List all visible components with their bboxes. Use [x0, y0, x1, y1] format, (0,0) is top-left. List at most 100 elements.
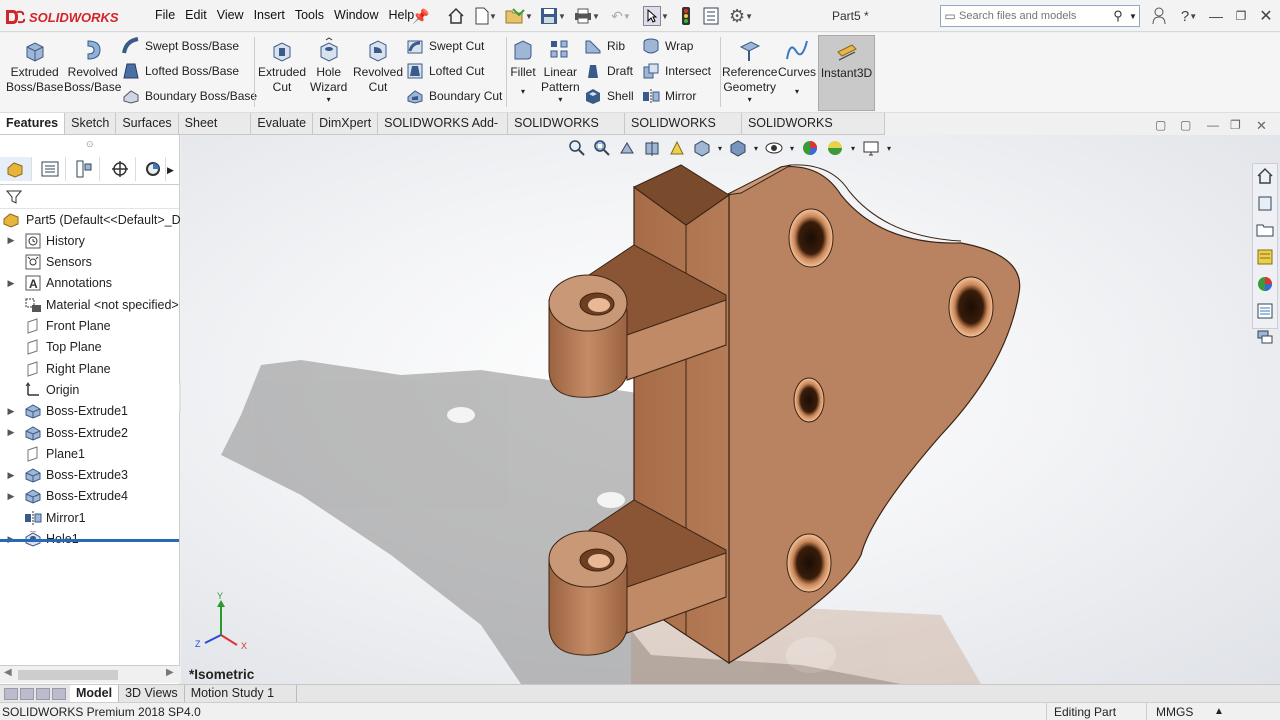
- tab-inspection[interactable]: SOLIDWORKS Inspection: [742, 113, 885, 151]
- expand-arrow-icon[interactable]: ▶: [0, 427, 22, 438]
- tree-item-boss-extrude4[interactable]: ▶ Boss-Extrude4: [0, 486, 128, 507]
- expand-arrow-icon[interactable]: ▶: [0, 470, 22, 481]
- expand-arrow-icon[interactable]: ▶: [0, 278, 22, 289]
- revolved-boss-button[interactable]: Revolved Boss/Base: [64, 37, 121, 95]
- linear-pattern-button[interactable]: Linear Pattern ▾: [541, 37, 580, 105]
- tab-cam[interactable]: SOLIDWORKS CAM: [625, 113, 742, 151]
- doc-close-button[interactable]: ✕: [1256, 118, 1267, 134]
- options-gear-icon[interactable]: ⚙ ▼: [725, 4, 757, 28]
- mirror-button[interactable]: Mirror: [642, 86, 696, 106]
- shell-button[interactable]: Shell: [584, 86, 634, 106]
- zoom-to-fit-icon[interactable]: [566, 137, 588, 159]
- linear-pattern-dropdown-icon[interactable]: ▾: [558, 95, 562, 105]
- tab-mbd[interactable]: SOLIDWORKS MBD: [508, 113, 626, 151]
- hole-middle[interactable]: [793, 377, 825, 423]
- view-orientation-dropdown-icon[interactable]: ▾: [716, 137, 724, 159]
- scroll-right-icon[interactable]: ▶: [166, 667, 174, 678]
- doc-split-icon[interactable]: ▢: [1180, 118, 1191, 132]
- hide-show-items-icon[interactable]: [763, 137, 785, 159]
- user-icon[interactable]: [1150, 4, 1168, 28]
- search-icon[interactable]: ⚲: [1107, 8, 1129, 24]
- home-icon[interactable]: [445, 4, 467, 28]
- tab-model[interactable]: Model: [70, 685, 120, 702]
- tree-item-annotations[interactable]: ▶ A Annotations: [0, 273, 112, 294]
- propertymanager-tab-icon[interactable]: [34, 157, 66, 181]
- tree-item-top-plane[interactable]: Top Plane: [0, 337, 102, 358]
- minimize-button[interactable]: —: [1205, 4, 1227, 28]
- hole-wizard-dropdown-icon[interactable]: ▾: [327, 95, 331, 105]
- fillet-dropdown-icon[interactable]: ▾: [521, 80, 525, 104]
- help-button[interactable]: ? ▼: [1176, 4, 1202, 28]
- menu-view[interactable]: View: [212, 8, 249, 22]
- display-manager-tab-icon[interactable]: [140, 157, 166, 181]
- tab-dimxpert[interactable]: DimXpert: [313, 113, 379, 134]
- rebuild-icon[interactable]: [677, 4, 695, 28]
- dynamic-annotation-icon[interactable]: [666, 137, 688, 159]
- instant3d-button[interactable]: Instant3D: [818, 35, 875, 111]
- file-properties-icon[interactable]: [700, 4, 722, 28]
- save-icon[interactable]: ▼: [538, 4, 568, 28]
- tab-motion-study[interactable]: Motion Study 1: [185, 685, 297, 702]
- menu-edit[interactable]: Edit: [180, 8, 212, 22]
- configurationmanager-tab-icon[interactable]: [68, 157, 100, 181]
- edit-appearance-icon[interactable]: [799, 137, 821, 159]
- doc-tile-icon[interactable]: ▢: [1155, 118, 1166, 132]
- tab-scroll-controls[interactable]: [0, 685, 70, 702]
- view-orientation-icon[interactable]: [691, 137, 713, 159]
- hole-top[interactable]: [788, 208, 834, 268]
- hole-right[interactable]: [948, 276, 994, 338]
- panel-horizontal-scrollbar[interactable]: ◀ ▶: [0, 665, 180, 683]
- previous-view-icon[interactable]: [616, 137, 638, 159]
- search-box[interactable]: ▭ ⚲ ▼: [940, 5, 1140, 27]
- open-icon[interactable]: ▼: [504, 4, 534, 28]
- extruded-cut-button[interactable]: Extruded Cut: [258, 37, 306, 95]
- intersect-button[interactable]: Intersect: [642, 61, 711, 81]
- forum-icon[interactable]: [1253, 329, 1277, 353]
- close-button[interactable]: ✕: [1255, 4, 1277, 28]
- undo-icon[interactable]: ↶ ▼: [606, 4, 636, 28]
- reference-geometry-button[interactable]: Reference Geometry ▾: [722, 37, 777, 105]
- file-explorer-icon[interactable]: [1253, 221, 1277, 245]
- display-style-dropdown-icon[interactable]: ▾: [752, 137, 760, 159]
- panel-tabs-scroll-icon[interactable]: ▶: [167, 165, 174, 176]
- appearances-icon[interactable]: [1253, 275, 1277, 299]
- tree-item-sensors[interactable]: Sensors: [0, 252, 92, 273]
- tab-surfaces[interactable]: Surfaces: [116, 113, 179, 134]
- view-settings-dropdown-icon[interactable]: ▾: [885, 137, 893, 159]
- tree-item-plane1[interactable]: Plane1: [0, 443, 85, 464]
- reference-geometry-dropdown-icon[interactable]: ▾: [748, 95, 752, 105]
- expand-arrow-icon[interactable]: ▶: [0, 491, 22, 502]
- swept-cut-button[interactable]: Swept Cut: [406, 36, 484, 56]
- tree-item-mirror1[interactable]: Mirror1: [0, 507, 86, 528]
- curves-button[interactable]: Curves ▾: [778, 37, 816, 104]
- custom-properties-icon[interactable]: [1253, 302, 1277, 326]
- solidworks-resources-icon[interactable]: [1253, 167, 1277, 191]
- select-icon[interactable]: ▼: [641, 4, 671, 28]
- lofted-boss-button[interactable]: Lofted Boss/Base: [122, 61, 239, 81]
- rollback-bar[interactable]: [0, 539, 179, 542]
- doc-minimize-button[interactable]: —: [1207, 118, 1219, 132]
- panel-grip-icon[interactable]: ⊙: [86, 139, 94, 150]
- expand-arrow-icon[interactable]: ▶: [0, 406, 22, 417]
- tree-item-boss-extrude2[interactable]: ▶ Boss-Extrude2: [0, 422, 128, 443]
- graphics-area[interactable]: X Y Z ▾ ▾ ▾ ▾ ▾ *Isometric: [181, 135, 1280, 684]
- menu-window[interactable]: Window: [329, 8, 383, 22]
- tree-item-origin[interactable]: Origin: [0, 379, 79, 400]
- tab-sheet-metal[interactable]: Sheet Metal: [179, 113, 252, 151]
- swept-boss-button[interactable]: Swept Boss/Base: [122, 36, 239, 56]
- search-input[interactable]: [959, 10, 1099, 22]
- pin-icon[interactable]: 📌: [412, 4, 430, 28]
- hole-wizard-button[interactable]: Hole Wizard ▾: [310, 37, 347, 105]
- tree-item-history[interactable]: ▶ History: [0, 230, 85, 251]
- search-dropdown-icon[interactable]: ▼: [1129, 12, 1139, 21]
- rib-button[interactable]: Rib: [584, 36, 625, 56]
- display-style-icon[interactable]: [727, 137, 749, 159]
- section-view-icon[interactable]: [641, 137, 663, 159]
- extruded-boss-button[interactable]: Extruded Boss/Base: [6, 37, 63, 95]
- hole-bottom[interactable]: [786, 533, 832, 593]
- tree-item-front-plane[interactable]: Front Plane: [0, 316, 111, 337]
- draft-button[interactable]: Draft: [584, 61, 633, 81]
- tree-item-boss-extrude1[interactable]: ▶ Boss-Extrude1: [0, 401, 128, 422]
- tab-addins[interactable]: SOLIDWORKS Add-Ins: [378, 113, 509, 151]
- doc-restore-button[interactable]: ❐: [1230, 118, 1241, 132]
